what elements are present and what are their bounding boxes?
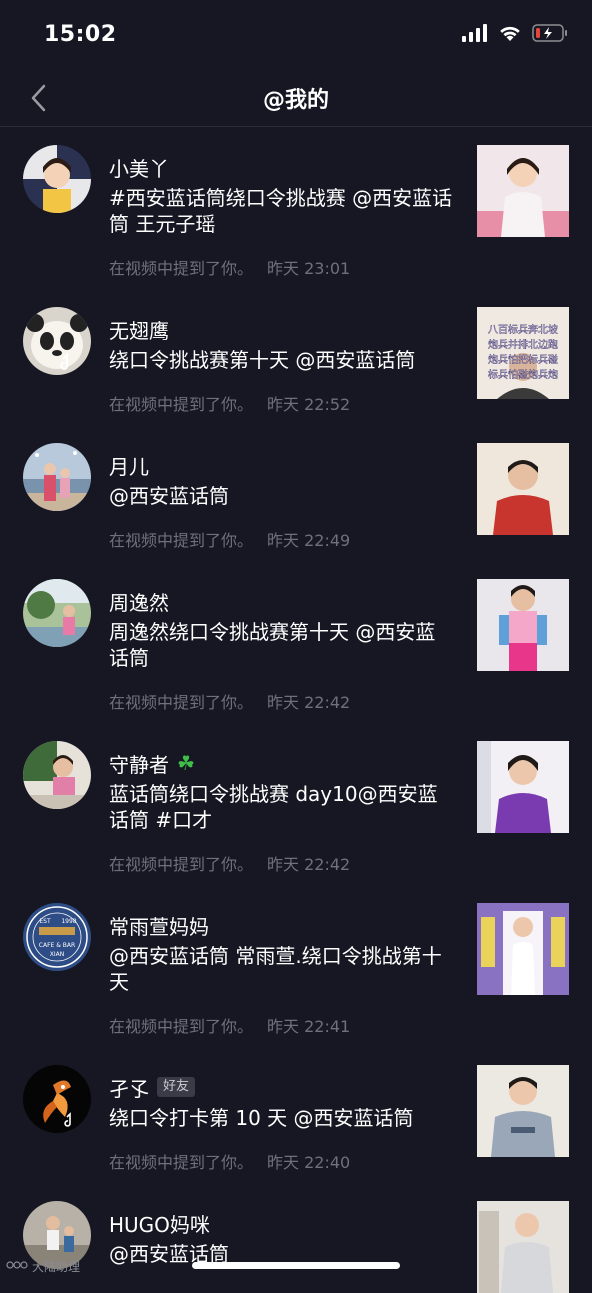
mention-time: 昨天 22:40	[267, 1153, 351, 1172]
mention-message: 绕口令打卡第 10 天 @西安蓝话筒	[109, 1106, 414, 1130]
name-line: 孑孓 好友	[109, 1073, 196, 1102]
mention-meta: 在视频中提到了你。 昨天 22:42	[109, 851, 350, 875]
list-item[interactable]: 周逸然 周逸然绕口令挑战赛第十天 @西安蓝话筒 在视频中提到了你。 昨天 22:4…	[0, 561, 592, 723]
mention-meta: 在视频中提到了你。 昨天 22:41	[109, 1013, 350, 1037]
video-thumbnail[interactable]	[477, 443, 569, 535]
username[interactable]: 常雨萱妈妈	[109, 911, 209, 940]
watermark: 大陆助理	[6, 1258, 80, 1275]
wifi-icon	[498, 24, 522, 46]
thumb-caption-line: 炮兵并排北边跑	[488, 338, 558, 351]
mention-meta: 在视频中提到了你。 昨天 22:52	[109, 391, 350, 415]
mention-meta: 在视频中提到了你。 昨天 22:49	[109, 527, 350, 551]
mention-label: 在视频中提到了你。	[109, 855, 254, 874]
mention-time: 昨天 22:42	[267, 693, 351, 712]
mention-label: 在视频中提到了你。	[109, 1153, 254, 1172]
list-item[interactable]: 月儿 @西安蓝话筒 在视频中提到了你。 昨天 22:49	[0, 425, 592, 561]
thumb-caption-line: 八百标兵奔北坡	[488, 323, 558, 336]
mention-meta: 在视频中提到了你。 昨天 22:40	[109, 1149, 350, 1173]
avatar[interactable]	[23, 579, 91, 647]
list-item[interactable]: 守静者 ☘ 蓝话筒绕口令挑战赛 day10@西安蓝话筒 #口才 在视频中提到了你…	[0, 723, 592, 885]
mention-message: 周逸然绕口令挑战赛第十天 @西安蓝话筒	[109, 620, 436, 670]
avatar[interactable]	[23, 741, 91, 809]
mention-message: @西安蓝话筒 常雨萱.绕口令挑战第十天	[109, 944, 442, 994]
avatar-text: EST	[39, 918, 51, 925]
avatar-text: XIAN	[50, 951, 64, 958]
battery-icon	[532, 24, 568, 46]
status-icons	[462, 24, 568, 46]
mention-message: #西安蓝话筒绕口令挑战赛 @西安蓝话筒 王元子瑶	[109, 186, 453, 236]
mention-meta: 在视频中提到了你。 昨天 23:01	[109, 255, 350, 279]
mention-message: 绕口令挑战赛第十天 @西安蓝话筒	[109, 348, 416, 372]
mention-time: 昨天 22:42	[267, 855, 351, 874]
username[interactable]: 月儿	[109, 451, 149, 480]
list-item[interactable]: 小美丫 #西安蓝话筒绕口令挑战赛 @西安蓝话筒 王元子瑶 在视频中提到了你。 昨天…	[0, 127, 592, 289]
mention-label: 在视频中提到了你。	[109, 259, 254, 278]
name-line: 月儿	[109, 451, 149, 479]
mention-time: 昨天 22:49	[267, 531, 351, 550]
mention-time: 昨天 23:01	[267, 259, 351, 278]
mention-message: @西安蓝话筒	[109, 484, 229, 508]
avatar[interactable]	[23, 443, 91, 511]
video-thumbnail[interactable]	[477, 903, 569, 995]
nav-bar: @我的	[0, 70, 592, 127]
avatar-text: 1998	[61, 918, 76, 925]
mention-meta: 在视频中提到了你。 昨天 22:42	[109, 689, 350, 713]
name-line: 周逸然	[109, 587, 169, 615]
page-title: @我的	[262, 88, 329, 113]
friend-badge: 好友	[157, 1077, 196, 1097]
name-line: 守静者 ☘	[109, 749, 195, 777]
avatar[interactable]	[23, 307, 91, 375]
video-thumbnail[interactable]	[477, 741, 569, 833]
mention-label: 在视频中提到了你。	[109, 1017, 254, 1036]
video-thumbnail[interactable]	[477, 579, 569, 671]
username[interactable]: 周逸然	[109, 587, 169, 616]
mention-list: 小美丫 #西安蓝话筒绕口令挑战赛 @西安蓝话筒 王元子瑶 在视频中提到了你。 昨天…	[0, 127, 592, 1293]
clover-icon: ☘	[177, 751, 195, 775]
mention-label: 在视频中提到了你。	[109, 395, 254, 414]
username[interactable]: 守静者	[109, 749, 169, 778]
avatar[interactable]	[23, 145, 91, 213]
mention-time: 昨天 22:41	[267, 1017, 351, 1036]
avatar-text: CAFE & BAR	[39, 942, 75, 949]
video-thumbnail[interactable]	[477, 1065, 569, 1157]
thumb-caption-line: 标兵怕碰炮兵炮	[488, 368, 558, 381]
signal-icon	[462, 24, 488, 46]
watermark-text: 大陆助理	[32, 1260, 81, 1274]
username[interactable]: 无翅鹰	[109, 315, 169, 344]
avatar[interactable]	[23, 1065, 91, 1133]
name-line: 常雨萱妈妈	[109, 911, 209, 939]
avatar[interactable]: EST 1998 CAFE & BAR XIAN	[23, 903, 91, 971]
mention-label: 在视频中提到了你。	[109, 693, 254, 712]
username[interactable]: 孑孓	[109, 1073, 149, 1102]
watermark-logo-icon	[6, 1259, 28, 1274]
username[interactable]: HUGO妈咪	[109, 1209, 210, 1238]
mention-time: 昨天 22:52	[267, 395, 351, 414]
name-line: 无翅鹰	[109, 315, 169, 343]
video-thumbnail[interactable]	[477, 145, 569, 237]
list-item[interactable]: 孑孓 好友 绕口令打卡第 10 天 @西安蓝话筒 在视频中提到了你。 昨天 22:…	[0, 1047, 592, 1183]
name-line: HUGO妈咪	[109, 1209, 210, 1237]
mention-message: 蓝话筒绕口令挑战赛 day10@西安蓝话筒 #口才	[109, 782, 438, 832]
list-item[interactable]: EST 1998 CAFE & BAR XIAN 常雨萱妈妈 @西安蓝话筒 常雨…	[0, 885, 592, 1047]
status-bar: 15:02	[0, 0, 592, 70]
mention-label: 在视频中提到了你。	[109, 531, 254, 550]
home-indicator[interactable]	[192, 1262, 400, 1269]
status-time: 15:02	[44, 22, 117, 47]
video-thumbnail[interactable]: 八百标兵奔北坡 炮兵并排北边跑 炮兵怕把标兵碰 标兵怕碰炮兵炮	[477, 307, 569, 399]
video-thumbnail[interactable]	[477, 1201, 569, 1293]
name-line: 小美丫	[109, 153, 169, 181]
list-item[interactable]: 无翅鹰 绕口令挑战赛第十天 @西安蓝话筒 在视频中提到了你。 昨天 22:52 八…	[0, 289, 592, 425]
username[interactable]: 小美丫	[109, 153, 169, 182]
thumb-caption-line: 炮兵怕把标兵碰	[488, 353, 558, 366]
